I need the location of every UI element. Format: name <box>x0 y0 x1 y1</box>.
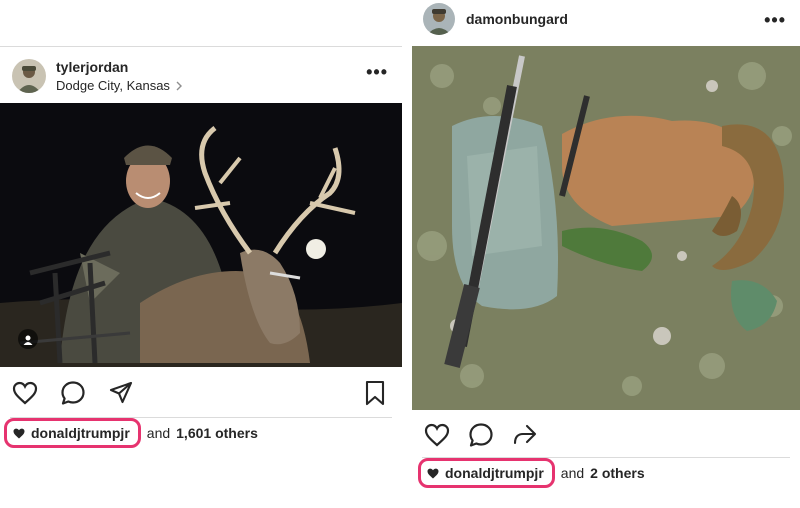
action-bar <box>422 420 540 450</box>
chevron-right-icon <box>176 81 182 90</box>
save-button[interactable] <box>360 378 390 408</box>
liker-username: donaldjtrumpjr <box>31 425 130 441</box>
likes-summary: donaldjtrumpjr and 2 others <box>418 458 645 488</box>
post-username[interactable]: tylerjordan <box>56 59 182 75</box>
like-button[interactable] <box>10 378 40 408</box>
share-icon <box>109 381 133 404</box>
share-icon <box>513 424 537 445</box>
location-label: Dodge City, Kansas <box>56 78 170 93</box>
left-post: tylerjordan Dodge City, Kansas ••• donal… <box>0 0 402 508</box>
comment-icon <box>469 423 493 447</box>
share-button[interactable] <box>106 378 136 408</box>
action-bar <box>10 378 136 408</box>
highlighted-liker[interactable]: donaldjtrumpjr <box>4 418 141 448</box>
likes-connector: and <box>560 465 585 481</box>
likes-summary: donaldjtrumpjr and 1,601 others <box>4 418 258 448</box>
share-button[interactable] <box>510 420 540 450</box>
comment-icon <box>61 381 85 405</box>
user-tag-icon[interactable] <box>18 330 38 350</box>
heart-filled-icon <box>13 428 25 438</box>
likes-count[interactable]: 1,601 others <box>176 425 258 441</box>
post-photo[interactable] <box>412 46 800 410</box>
post-header: damonbungard ••• <box>412 2 800 36</box>
avatar[interactable] <box>423 3 455 35</box>
post-location[interactable]: Dodge City, Kansas <box>56 78 182 93</box>
heart-filled-icon <box>427 468 439 478</box>
likes-count[interactable]: 2 others <box>590 465 644 481</box>
like-button[interactable] <box>422 420 452 450</box>
likes-connector: and <box>146 425 171 441</box>
bookmark-icon <box>365 380 385 406</box>
more-options-button[interactable]: ••• <box>366 62 388 83</box>
right-post: damonbungard ••• donaldjtrumpjr and 2 ot… <box>412 0 800 508</box>
more-options-button[interactable]: ••• <box>764 10 786 31</box>
avatar[interactable] <box>12 59 46 93</box>
comment-button[interactable] <box>58 378 88 408</box>
post-photo[interactable] <box>0 103 402 367</box>
highlighted-liker[interactable]: donaldjtrumpjr <box>418 458 555 488</box>
post-header: tylerjordan Dodge City, Kansas ••• <box>0 54 402 98</box>
heart-icon <box>424 423 450 447</box>
post-username[interactable]: damonbungard <box>466 11 568 27</box>
comment-button[interactable] <box>466 420 496 450</box>
top-divider <box>0 46 402 47</box>
heart-icon <box>12 381 38 405</box>
liker-username: donaldjtrumpjr <box>445 465 544 481</box>
